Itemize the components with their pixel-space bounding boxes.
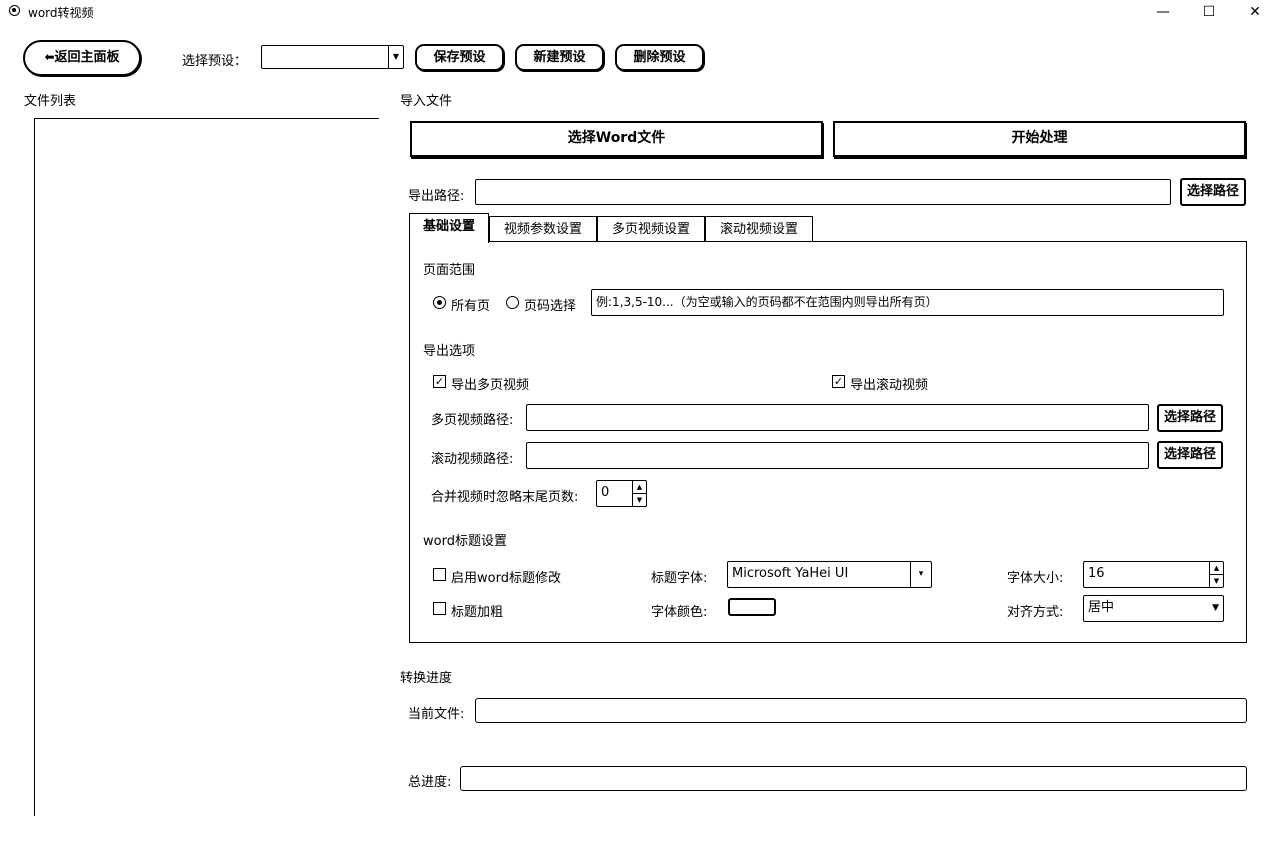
bold-title-label: 标题加粗: [451, 605, 504, 620]
title-bar: word转视频 — ☐ ✕: [0, 0, 1280, 24]
title-settings-title: word标题设置: [423, 534, 507, 549]
chevron-down-icon: ▼: [388, 46, 403, 68]
minimize-button[interactable]: —: [1140, 0, 1186, 24]
scroll-choose-path-button[interactable]: 选择路径: [1157, 441, 1223, 469]
maximize-button[interactable]: ☐: [1186, 0, 1232, 24]
export-scroll-label: 导出滚动视频: [850, 378, 929, 393]
back-to-main-button[interactable]: ⬅返回主面板: [23, 40, 141, 76]
all-pages-radio[interactable]: [433, 296, 446, 309]
file-list[interactable]: [34, 118, 379, 816]
window-title: word转视频: [28, 6, 94, 20]
font-size-spinbox[interactable]: 16 ▲ ▼: [1083, 561, 1224, 588]
import-title: 导入文件: [400, 94, 453, 109]
page-range-title: 页面范围: [423, 263, 476, 278]
tab-scroll-video[interactable]: 滚动视频设置: [705, 216, 813, 242]
export-choose-path-button[interactable]: 选择路径: [1180, 178, 1246, 206]
export-multipage-checkbox[interactable]: ✓: [433, 375, 446, 388]
tab-video-params[interactable]: 视频参数设置: [489, 216, 597, 242]
multipage-choose-path-button[interactable]: 选择路径: [1157, 404, 1223, 432]
enable-title-checkbox[interactable]: [433, 568, 446, 581]
chevron-down-icon: ▾: [910, 562, 931, 587]
export-path-label: 导出路径:: [408, 189, 465, 204]
preset-select[interactable]: ▼: [261, 45, 404, 69]
export-path-input[interactable]: [475, 179, 1171, 205]
spin-up-icon[interactable]: ▲: [633, 481, 646, 494]
progress-title: 转换进度: [400, 671, 453, 686]
scroll-path-input[interactable]: [526, 442, 1149, 469]
current-file-label: 当前文件:: [408, 707, 465, 722]
chevron-down-icon: ▼: [1212, 603, 1219, 613]
align-select[interactable]: 居中 ▼: [1083, 595, 1224, 622]
ignore-pages-spinbox[interactable]: 0 ▲ ▼: [596, 480, 647, 507]
export-multipage-label: 导出多页视频: [451, 378, 530, 393]
scroll-path-label: 滚动视频路径:: [431, 452, 514, 467]
current-file-progress: [475, 698, 1247, 723]
all-pages-label: 所有页: [451, 299, 491, 314]
spin-up-icon[interactable]: ▲: [1210, 562, 1223, 575]
file-list-title: 文件列表: [24, 94, 77, 109]
font-size-label: 字体大小:: [1007, 571, 1064, 586]
title-font-select[interactable]: Microsoft YaHei UI ▾: [727, 561, 932, 588]
spin-buttons[interactable]: ▲ ▼: [632, 481, 646, 506]
tab-basic-settings[interactable]: 基础设置: [409, 213, 489, 243]
new-preset-button[interactable]: 新建预设: [515, 44, 604, 71]
tab-multipage-video[interactable]: 多页视频设置: [597, 216, 705, 242]
arrow-left-icon: ⬅: [44, 50, 55, 64]
export-options-title: 导出选项: [423, 344, 476, 359]
size-spin-buttons[interactable]: ▲ ▼: [1209, 562, 1223, 587]
page-select-radio[interactable]: [506, 296, 519, 309]
select-word-button[interactable]: 选择Word文件: [410, 121, 823, 157]
total-progress-label: 总进度:: [408, 775, 452, 790]
font-color-picker[interactable]: [728, 598, 776, 616]
ignore-pages-label: 合并视频时忽略末尾页数:: [431, 490, 579, 505]
spin-down-icon[interactable]: ▼: [633, 494, 646, 507]
bold-title-checkbox[interactable]: [433, 602, 446, 615]
align-label: 对齐方式:: [1007, 605, 1064, 620]
app-icon: [9, 5, 20, 16]
multipage-path-label: 多页视频路径:: [431, 413, 514, 428]
close-button[interactable]: ✕: [1232, 0, 1278, 24]
page-range-input[interactable]: 例:1,3,5-10...（为空或输入的页码都不在范围内则导出所有页）: [591, 289, 1224, 316]
total-progress-bar: [460, 766, 1247, 791]
font-color-label: 字体颜色:: [651, 605, 708, 620]
enable-title-label: 启用word标题修改: [451, 571, 561, 586]
title-font-label: 标题字体:: [651, 571, 708, 586]
start-processing-button[interactable]: 开始处理: [833, 121, 1246, 157]
multipage-path-input[interactable]: [526, 404, 1149, 431]
save-preset-button[interactable]: 保存预设: [415, 44, 504, 71]
spin-down-icon[interactable]: ▼: [1210, 575, 1223, 588]
page-select-label: 页码选择: [524, 299, 577, 314]
preset-label: 选择预设：: [182, 54, 248, 69]
delete-preset-button[interactable]: 删除预设: [615, 44, 704, 71]
export-scroll-checkbox[interactable]: ✓: [832, 375, 845, 388]
